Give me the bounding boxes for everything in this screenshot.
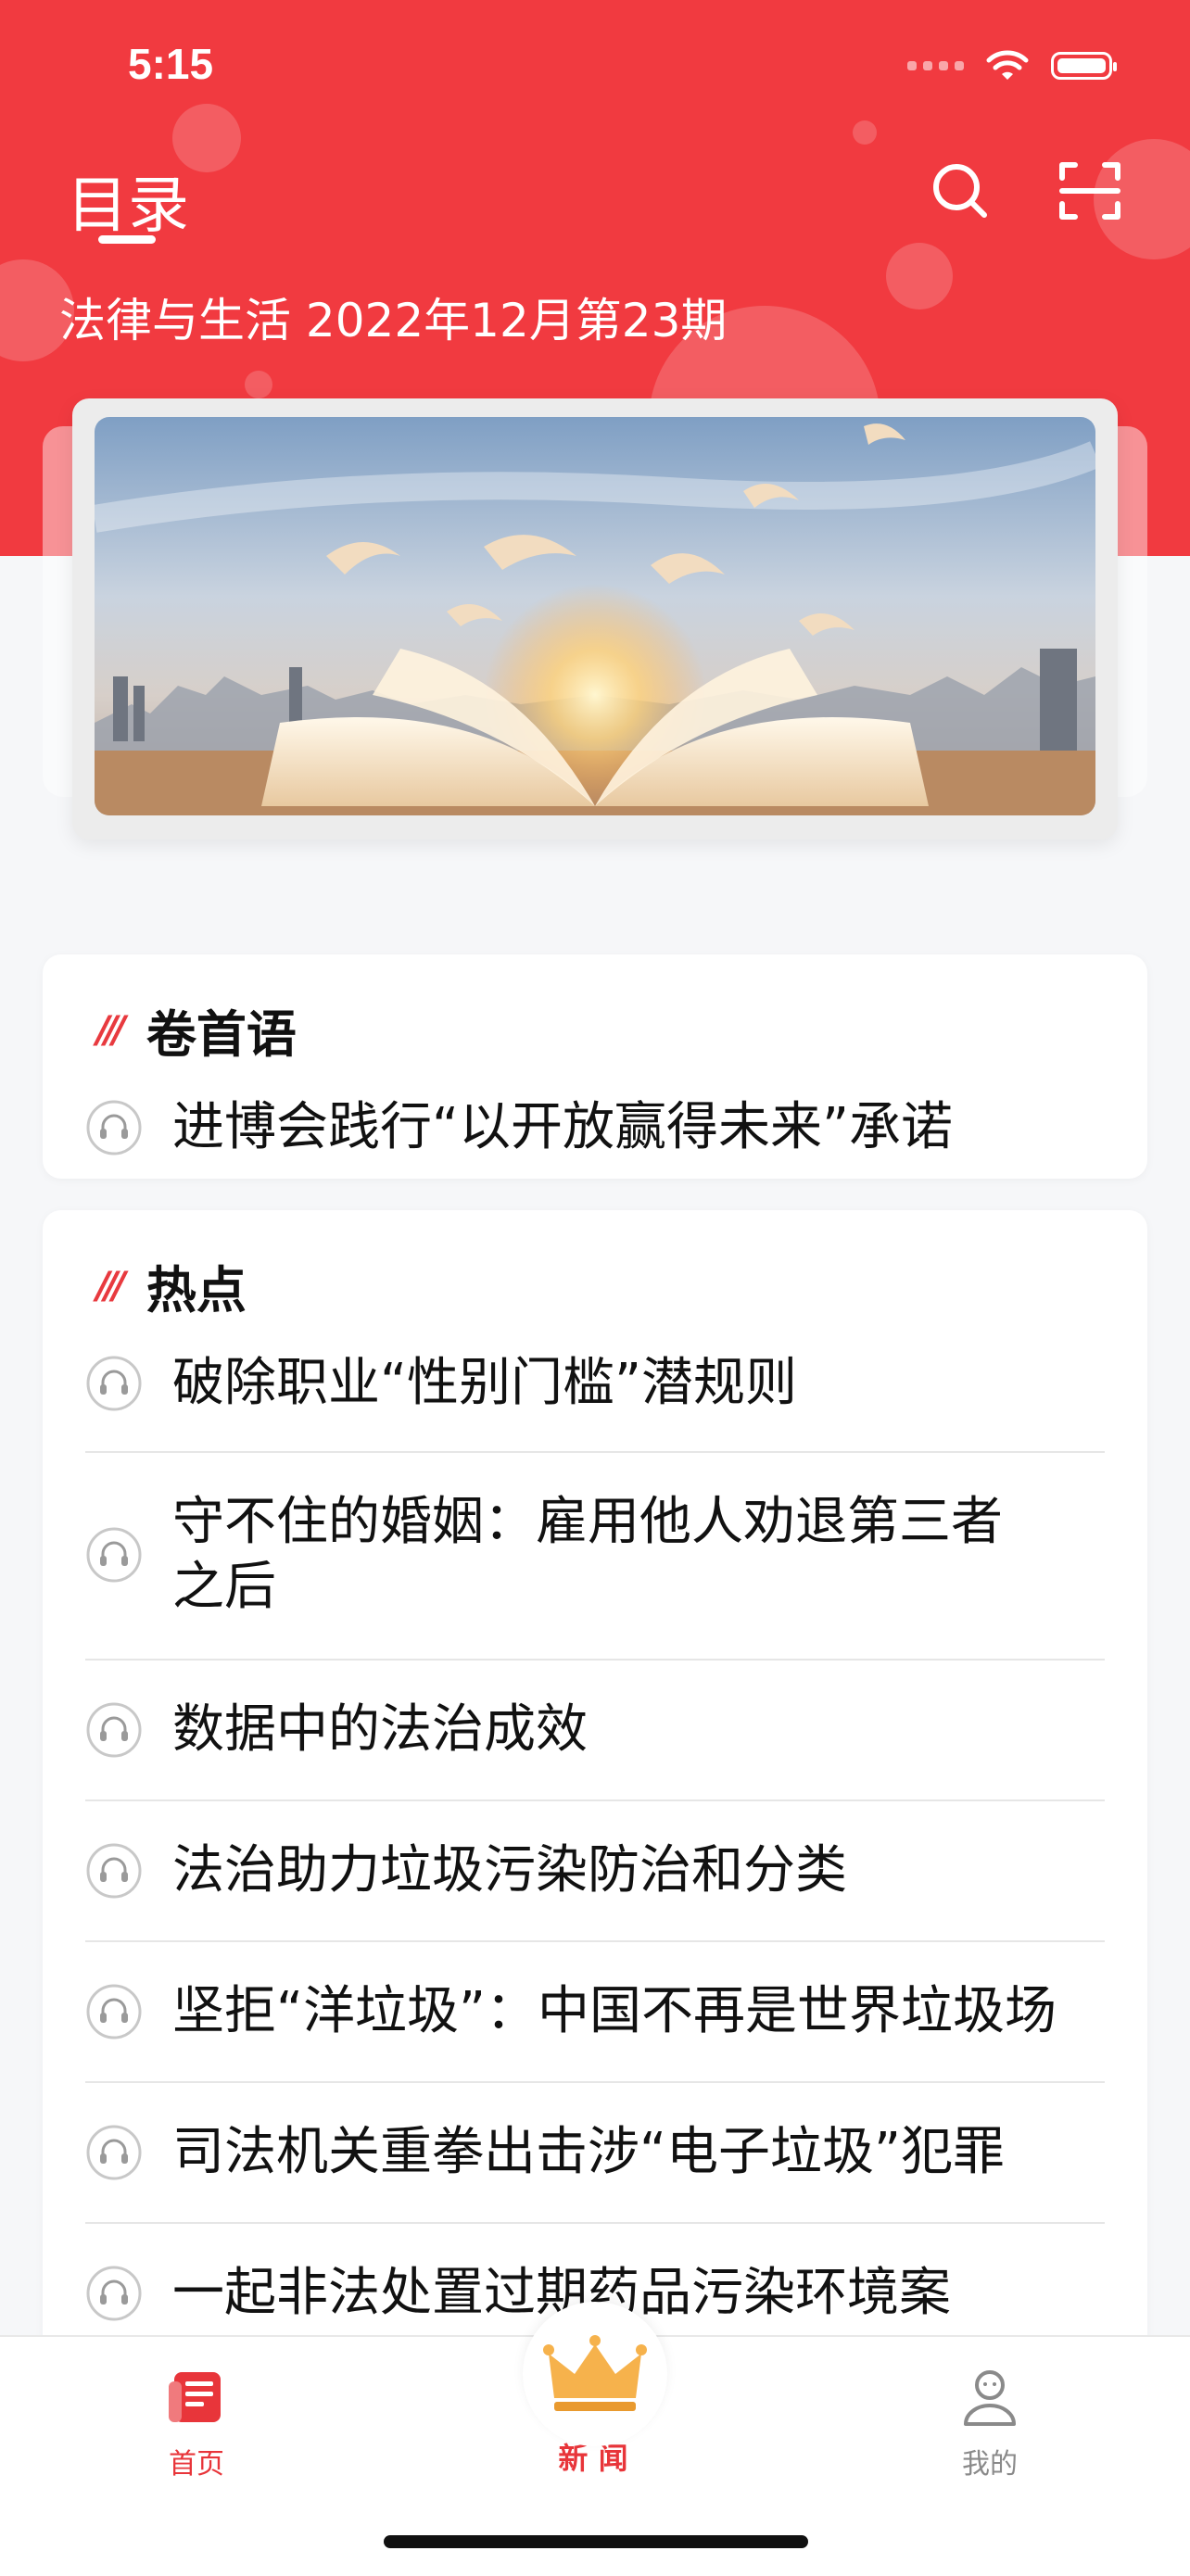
article-item[interactable]: 法治助力垃圾污染防治和分类 <box>85 1838 1105 1903</box>
article-item[interactable]: 数据中的法治成效 <box>85 1698 1105 1762</box>
article-item[interactable]: 破除职业“性别门槛”潜规则 <box>85 1351 1105 1416</box>
tab-home[interactable]: 首页 <box>104 2363 289 2481</box>
article-title: 司法机关重拳出击涉“电子垃圾”犯罪 <box>172 2122 1006 2182</box>
article-title: 守不住的婚姻：雇用他人劝退第三者之后 <box>172 1492 1003 1617</box>
divider <box>85 1940 1105 1942</box>
scan-icon <box>1059 162 1120 220</box>
article-title: 坚拒“洋垃圾”：中国不再是世界垃圾场 <box>172 1981 1057 2041</box>
section-header: /// 热点 <box>96 1249 247 1322</box>
search-button[interactable] <box>923 154 997 228</box>
divider <box>85 2081 1105 2083</box>
status-icons <box>907 48 1117 83</box>
divider <box>85 2222 1105 2224</box>
headphones-icon[interactable] <box>85 1355 143 1412</box>
issue-subtitle: 法律与生活 2022年12月第23期 <box>59 294 728 347</box>
section-title: 卷首语 <box>146 1005 297 1064</box>
headphones-icon[interactable] <box>85 1983 143 2040</box>
signal-icon <box>907 61 964 70</box>
article-title: 进博会践行“以开放赢得未来”承诺 <box>172 1097 954 1157</box>
article-item[interactable]: 进博会践行“以开放赢得未来”承诺 <box>85 1095 1105 1160</box>
scan-button[interactable] <box>1053 154 1127 228</box>
article-item[interactable]: 守不住的婚姻：雇用他人劝退第三者之后 <box>85 1490 1105 1620</box>
tab-label: 首页 <box>169 2448 224 2481</box>
page-title: 目录 <box>67 170 189 241</box>
wifi-icon <box>986 50 1029 80</box>
headphones-icon[interactable] <box>85 1099 143 1156</box>
title-underline <box>98 235 156 244</box>
article-item[interactable]: 司法机关重拳出击涉“电子垃圾”犯罪 <box>85 2120 1105 2185</box>
section-header: /// 卷首语 <box>96 993 297 1067</box>
newspaper-icon <box>169 2372 221 2422</box>
status-time: 5:15 <box>128 40 214 88</box>
divider <box>85 1799 1105 1801</box>
headphones-icon[interactable] <box>85 1842 143 1900</box>
section-title: 热点 <box>146 1261 247 1320</box>
section-card-hot: /// 热点 破除职业“性别门槛”潜规则 守不住的婚姻：雇用他人劝退第三者之后 … <box>43 1210 1147 2415</box>
section-marker-icon: /// <box>96 1264 126 1307</box>
article-item[interactable]: 坚拒“洋垃圾”：中国不再是世界垃圾场 <box>85 1979 1105 2044</box>
article-title: 破除职业“性别门槛”潜规则 <box>172 1353 798 1413</box>
headphones-icon[interactable] <box>85 1526 143 1584</box>
divider <box>85 1451 1105 1453</box>
section-card-preface: /// 卷首语 进博会践行“以开放赢得未来”承诺 <box>43 954 1147 1179</box>
user-icon <box>964 2370 1016 2426</box>
divider <box>85 1659 1105 1661</box>
battery-icon <box>1051 52 1117 80</box>
section-marker-icon: /// <box>96 1008 126 1052</box>
home-indicator <box>384 2535 808 2548</box>
news-center-button[interactable] <box>523 2302 667 2446</box>
headphones-icon[interactable] <box>85 2124 143 2181</box>
search-icon <box>933 164 987 218</box>
tab-label: 我的 <box>962 2448 1018 2481</box>
banner-image <box>95 417 1095 815</box>
banner-card[interactable] <box>72 398 1118 840</box>
crown-icon <box>543 2335 647 2411</box>
article-title: 法治助力垃圾污染防治和分类 <box>172 1840 847 1900</box>
article-title: 数据中的法治成效 <box>172 1699 588 1760</box>
headphones-icon[interactable] <box>85 2265 143 2322</box>
tab-mine[interactable]: 我的 <box>897 2363 1082 2481</box>
headphones-icon[interactable] <box>85 1701 143 1759</box>
